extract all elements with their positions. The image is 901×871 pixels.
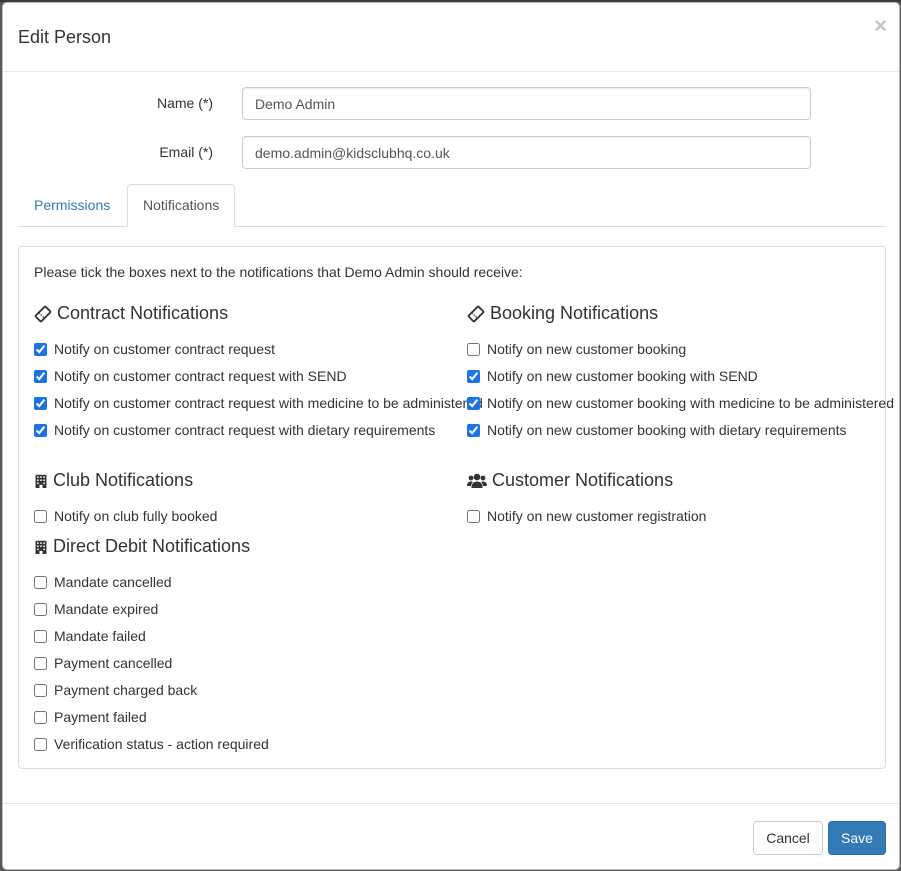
contract-item-label: Notify on customer contract request with…: [54, 368, 347, 384]
direct-debit-item-label: Mandate failed: [54, 628, 146, 644]
email-label: Email (*): [159, 144, 213, 160]
direct-debit-item-label: Mandate expired: [54, 601, 159, 617]
contract-item[interactable]: Notify on customer contract request with…: [34, 366, 347, 386]
building-icon: [35, 474, 47, 488]
users-icon: [467, 473, 487, 488]
ticket-icon: [467, 305, 485, 322]
contract-item-label: Notify on customer contract request with…: [54, 422, 436, 438]
direct-debit-checkbox-4[interactable]: [34, 683, 47, 697]
edit-person-modal: Edit Person × Name (*) Email (*) Permiss…: [2, 2, 900, 870]
club-item[interactable]: Notify on club fully booked: [34, 506, 217, 526]
modal-header: Edit Person ×: [3, 3, 899, 72]
direct-debit-item[interactable]: Payment cancelled: [34, 653, 172, 673]
contract-notifications-label: Contract Notifications: [57, 303, 229, 323]
direct-debit-notifications-title: Direct Debit Notifications: [34, 536, 250, 557]
customer-notifications-title: Customer Notifications: [467, 470, 673, 491]
notifications-panel: Please tick the boxes next to the notifi…: [18, 246, 894, 769]
contract-item[interactable]: Notify on customer contract request with…: [34, 393, 483, 413]
contract-item[interactable]: Notify on customer contract request with…: [34, 420, 435, 440]
booking-item-label: Notify on new customer booking: [487, 341, 687, 357]
tab-bar: Permissions Notifications: [18, 184, 886, 227]
booking-item-label: Notify on new customer booking with diet…: [487, 422, 847, 438]
booking-checkbox-0[interactable]: [467, 342, 480, 356]
contract-item-label: Notify on customer contract request: [54, 341, 275, 357]
direct-debit-checkbox-5[interactable]: [34, 710, 47, 724]
direct-debit-item-label: Payment failed: [54, 709, 147, 725]
contract-item-label: Notify on customer contract request with…: [54, 395, 483, 411]
building-icon: [35, 540, 47, 554]
close-icon[interactable]: ×: [874, 15, 887, 37]
booking-item[interactable]: Notify on new customer booking with diet…: [467, 420, 847, 440]
direct-debit-item[interactable]: Mandate expired: [34, 599, 158, 619]
direct-debit-item[interactable]: Payment failed: [34, 707, 147, 727]
tab-permissions[interactable]: Permissions: [18, 184, 126, 226]
direct-debit-item[interactable]: Mandate cancelled: [34, 572, 172, 592]
booking-notifications-title: Booking Notifications: [467, 303, 658, 324]
direct-debit-checkbox-3[interactable]: [34, 656, 47, 670]
booking-item-label: Notify on new customer booking with SEND: [487, 368, 758, 384]
direct-debit-item[interactable]: Verification status - action required: [34, 734, 269, 754]
contract-checkbox-3[interactable]: [34, 423, 47, 437]
direct-debit-item-label: Mandate cancelled: [54, 574, 172, 590]
direct-debit-checkbox-2[interactable]: [34, 629, 47, 643]
direct-debit-item-label: Payment cancelled: [54, 655, 173, 671]
booking-notifications-label: Booking Notifications: [490, 303, 659, 323]
customer-item[interactable]: Notify on new customer registration: [467, 506, 706, 526]
cancel-button[interactable]: Cancel: [753, 821, 823, 855]
name-input[interactable]: [242, 87, 811, 120]
contract-notifications-title: Contract Notifications: [34, 303, 228, 324]
direct-debit-item[interactable]: Payment charged back: [34, 680, 197, 700]
ticket-icon: [34, 305, 52, 322]
contract-checkbox-1[interactable]: [34, 369, 47, 383]
booking-checkbox-3[interactable]: [467, 423, 480, 437]
direct-debit-checkbox-6[interactable]: [34, 737, 47, 751]
save-button[interactable]: Save: [828, 821, 886, 855]
direct-debit-item[interactable]: Mandate failed: [34, 626, 146, 646]
booking-item-label: Notify on new customer booking with medi…: [487, 395, 894, 411]
club-item-label: Notify on club fully booked: [54, 508, 218, 524]
direct-debit-item-label: Payment charged back: [54, 682, 198, 698]
name-label: Name (*): [156, 95, 213, 111]
customer-item-label: Notify on new customer registration: [487, 508, 707, 524]
club-notifications-title: Club Notifications: [34, 470, 193, 491]
notifications-intro: Please tick the boxes next to the notifi…: [34, 264, 523, 280]
contract-item[interactable]: Notify on customer contract request: [34, 339, 275, 359]
direct-debit-item-label: Verification status - action required: [54, 736, 269, 752]
customer-notifications-label: Customer Notifications: [492, 470, 674, 490]
booking-item[interactable]: Notify on new customer booking with medi…: [467, 393, 894, 413]
booking-checkbox-1[interactable]: [467, 369, 480, 383]
name-row: Name (*): [3, 87, 899, 121]
direct-debit-checkbox-0[interactable]: [34, 575, 47, 589]
modal-title: Edit Person: [18, 27, 112, 47]
direct-debit-notifications-label: Direct Debit Notifications: [53, 536, 251, 556]
tab-notifications[interactable]: Notifications: [127, 184, 236, 227]
customer-checkbox-0[interactable]: [467, 509, 480, 523]
club-checkbox-0[interactable]: [34, 509, 47, 523]
booking-checkbox-2[interactable]: [467, 396, 480, 410]
contract-checkbox-0[interactable]: [34, 342, 47, 356]
club-notifications-label: Club Notifications: [53, 470, 194, 490]
email-row: Email (*): [3, 136, 899, 170]
modal-footer: Cancel Save: [3, 803, 899, 869]
direct-debit-checkbox-1[interactable]: [34, 602, 47, 616]
booking-item[interactable]: Notify on new customer booking: [467, 339, 686, 359]
booking-item[interactable]: Notify on new customer booking with SEND: [467, 366, 758, 386]
contract-checkbox-2[interactable]: [34, 396, 47, 410]
email-input[interactable]: [242, 136, 811, 169]
